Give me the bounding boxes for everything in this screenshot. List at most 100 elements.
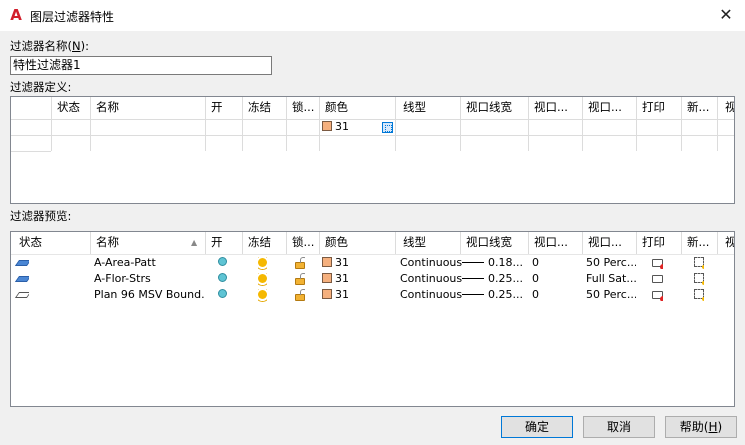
layer-color[interactable]: 31: [322, 288, 349, 301]
unlocked-icon[interactable]: [295, 289, 305, 301]
color-picker-button[interactable]: [382, 122, 393, 133]
layer-linetype[interactable]: Continuous: [400, 288, 462, 301]
window-title: 图层过滤器特性: [30, 10, 115, 24]
table-row[interactable]: Plan 96 MSV Bound... 31 Continuous 0.25.…: [11, 287, 734, 303]
layer-transparency[interactable]: 0: [532, 256, 539, 269]
layer-color-value: 31: [335, 272, 349, 285]
prev-col-color[interactable]: 颜色: [319, 232, 395, 254]
help-label-end: ): [717, 420, 723, 434]
layer-name: A-Area-Patt: [94, 256, 156, 269]
prev-col-linetype[interactable]: 线型: [395, 232, 460, 254]
def-col-on[interactable]: 开: [205, 97, 242, 119]
def-col-new-vp-freeze[interactable]: 新...: [681, 97, 717, 119]
prev-col-new-vp-freeze[interactable]: 新...: [681, 232, 717, 254]
layer-lineweight-value: 0.18...: [488, 256, 523, 269]
prev-col-name[interactable]: 名称: [90, 232, 205, 254]
def-col-name[interactable]: 名称: [90, 97, 205, 119]
def-row-color-value: 31: [335, 120, 349, 133]
prev-col-lock[interactable]: 锁...: [286, 232, 319, 254]
help-label: 帮助(: [679, 420, 709, 434]
no-plot-printer-icon[interactable]: [652, 291, 663, 301]
table-row[interactable]: A-Area-Patt 31 Continuous 0.18... 0 50 P…: [11, 255, 734, 271]
layer-lineweight[interactable]: 0.25...: [462, 272, 523, 285]
layer-lineweight[interactable]: 0.18...: [462, 256, 523, 269]
lineweight-line-icon: [462, 294, 484, 295]
prev-col-status[interactable]: 状态: [11, 232, 90, 254]
sun-thawed-icon[interactable]: [258, 274, 267, 283]
def-col-vp-plotstyle[interactable]: 视口...: [582, 97, 636, 119]
autocad-logo-icon: A: [10, 6, 22, 24]
new-vp-thaw-icon[interactable]: [694, 289, 704, 301]
help-mnemonic: H: [708, 420, 718, 434]
prev-col-on[interactable]: 开: [205, 232, 242, 254]
layer-plot-style[interactable]: 50 Perc...: [586, 256, 636, 269]
sun-thawed-icon[interactable]: [258, 290, 267, 299]
layer-lineweight[interactable]: 0.25...: [462, 288, 523, 301]
layer-name: A-Flor-Strs: [94, 272, 151, 285]
prev-col-vp-transparency[interactable]: 视口...: [528, 232, 582, 254]
color-swatch: [322, 289, 332, 299]
lineweight-line-icon: [462, 278, 484, 279]
lineweight-line-icon: [462, 262, 484, 263]
new-vp-thaw-icon[interactable]: [694, 273, 704, 285]
layer-transparency[interactable]: 0: [532, 272, 539, 285]
layer-color[interactable]: 31: [322, 256, 349, 269]
def-col-linetype[interactable]: 线型: [395, 97, 460, 119]
filter-name-label: 过滤器名称(N):: [10, 38, 89, 54]
def-col-status[interactable]: 状态: [51, 97, 90, 119]
filter-name-label-end: ):: [80, 39, 89, 53]
filter-name-mnemonic: N: [72, 39, 81, 53]
prev-col-plot[interactable]: 打印: [636, 232, 681, 254]
layer-linetype[interactable]: Continuous: [400, 256, 462, 269]
prev-col-vp-lineweight[interactable]: 视口线宽: [460, 232, 528, 254]
def-col-vp-lineweight[interactable]: 视口线宽: [460, 97, 528, 119]
help-button[interactable]: 帮助(H): [665, 416, 737, 438]
layer-status-icon: [14, 260, 29, 266]
layer-linetype[interactable]: Continuous: [400, 272, 462, 285]
prev-col-vp-plotstyle[interactable]: 视口...: [582, 232, 636, 254]
def-row-color-cell[interactable]: 31: [322, 120, 349, 133]
def-col-freeze[interactable]: 冻结: [242, 97, 286, 119]
def-col-plot[interactable]: 打印: [636, 97, 681, 119]
sort-ascending-icon: ▲: [191, 238, 198, 247]
layer-lineweight-value: 0.25...: [488, 272, 523, 285]
unlocked-icon[interactable]: [295, 273, 305, 285]
new-vp-thaw-icon[interactable]: [694, 257, 704, 269]
def-col-color[interactable]: 颜色: [319, 97, 395, 119]
color-swatch: [322, 257, 332, 267]
unlocked-icon[interactable]: [295, 257, 305, 269]
layer-transparency[interactable]: 0: [532, 288, 539, 301]
filter-name-input[interactable]: 特性过滤器1: [10, 56, 272, 75]
layer-color[interactable]: 31: [322, 272, 349, 285]
layer-lineweight-value: 0.25...: [488, 288, 523, 301]
layer-color-value: 31: [335, 256, 349, 269]
def-col-lock[interactable]: 锁...: [286, 97, 319, 119]
layer-plot-style[interactable]: Full Sat...: [586, 272, 636, 285]
layer-name: Plan 96 MSV Bound...: [94, 288, 204, 301]
close-icon[interactable]: ✕: [715, 4, 737, 26]
color-swatch: [322, 273, 332, 283]
definition-label: 过滤器定义:: [10, 80, 72, 94]
cancel-button[interactable]: 取消: [583, 416, 655, 438]
filter-preview-grid[interactable]: 状态 名称 ▲ 开 冻结 锁... 颜色 线型 视口线宽 视口... 视口...…: [10, 231, 735, 407]
printer-icon[interactable]: [652, 275, 663, 283]
preview-label: 过滤器预览:: [10, 209, 72, 223]
def-col-vp-transparency[interactable]: 视口...: [528, 97, 582, 119]
layer-status-icon: [14, 276, 29, 282]
table-row[interactable]: A-Flor-Strs 31 Continuous 0.25... 0 Full…: [11, 271, 734, 287]
ok-button[interactable]: 确定: [501, 416, 573, 438]
light-bulb-on-icon[interactable]: [218, 257, 227, 266]
filter-name-label-text: 过滤器名称(: [10, 39, 72, 53]
layer-status-icon: [14, 292, 29, 298]
def-col-vp[interactable]: 视: [717, 97, 734, 119]
prev-col-vp[interactable]: 视: [717, 232, 734, 254]
light-bulb-on-icon[interactable]: [218, 289, 227, 298]
sun-thawed-icon[interactable]: [258, 258, 267, 267]
prev-col-freeze[interactable]: 冻结: [242, 232, 286, 254]
layer-plot-style[interactable]: 50 Perc...: [586, 288, 636, 301]
light-bulb-on-icon[interactable]: [218, 273, 227, 282]
title-bar: A 图层过滤器特性 ✕: [0, 0, 745, 31]
color-swatch: [322, 121, 332, 131]
no-plot-printer-icon[interactable]: [652, 259, 663, 269]
filter-definition-grid[interactable]: 状态 名称 开 冻结 锁... 颜色 线型 视口线宽 视口... 视口... 打…: [10, 96, 735, 204]
